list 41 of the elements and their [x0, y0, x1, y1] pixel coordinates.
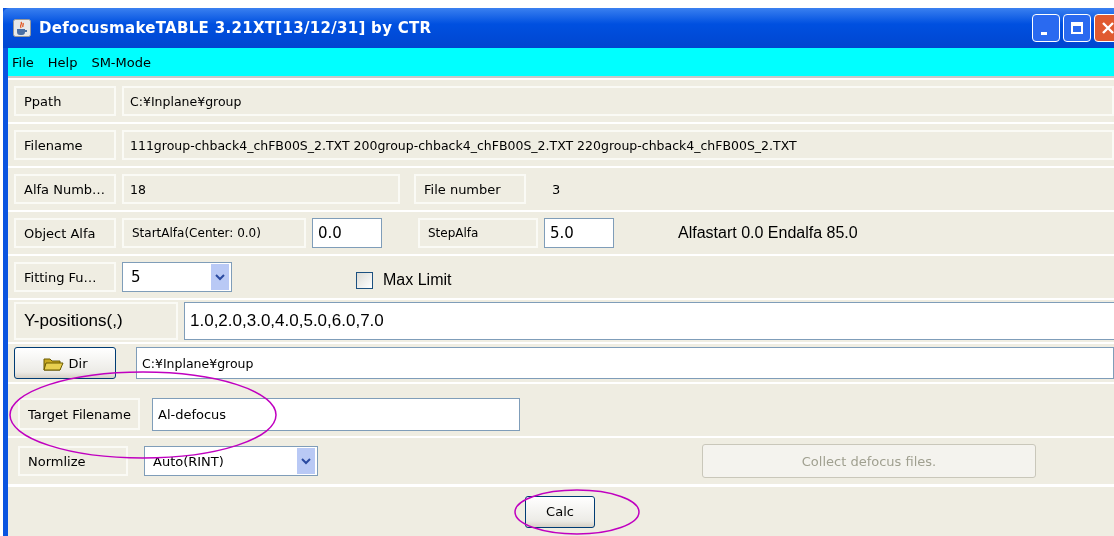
- normalize-dropdown[interactable]: Auto(RINT): [144, 446, 318, 476]
- field-label: Target Filename: [18, 398, 140, 430]
- checkbox[interactable]: [356, 271, 373, 289]
- app-icon: [13, 19, 31, 37]
- alfa-number-value: 18: [122, 174, 400, 204]
- minimize-icon: [1041, 31, 1047, 35]
- window-title: DefocusmakeTABLE 3.21XT[13/12/31] by CTR: [39, 19, 433, 37]
- field-label: StepAlfa: [418, 218, 538, 248]
- field-label: Object Alfa: [14, 218, 116, 248]
- minimize-button[interactable]: [1032, 14, 1060, 42]
- close-icon: [1101, 21, 1114, 35]
- menu-item[interactable]: SM-Mode: [91, 54, 151, 70]
- chevron-down-icon: [297, 448, 315, 474]
- step-alfa-field[interactable]: 5.0: [544, 218, 614, 248]
- directory-field[interactable]: C:¥Inplane¥group: [136, 347, 1114, 379]
- close-button[interactable]: [1094, 14, 1114, 42]
- fitting-dropdown[interactable]: 5: [122, 262, 232, 292]
- field-label: File number: [414, 174, 526, 204]
- menu-item[interactable]: Help: [47, 54, 78, 70]
- path-value: C:¥Inplane¥group: [122, 86, 1114, 116]
- calc-button[interactable]: Calc: [525, 495, 595, 528]
- field-label: Ppath: [14, 86, 116, 116]
- start-alfa-field[interactable]: 0.0: [312, 218, 382, 248]
- file-number-value: 3: [552, 181, 561, 197]
- checkbox-label: Max Limit: [383, 271, 452, 289]
- field-label: StartAlfa(Center: 0.0): [122, 218, 306, 248]
- dir-button[interactable]: Dir: [14, 347, 116, 379]
- maximize-button[interactable]: [1063, 14, 1091, 42]
- field-label: Filename: [14, 130, 116, 160]
- maximize-icon: [1070, 21, 1084, 35]
- folder-icon: [42, 355, 65, 371]
- field-label: Alfa Numb…: [14, 174, 116, 204]
- chevron-down-icon: [211, 264, 229, 290]
- filename-value: 111group-chback4_chFB00S_2.TXT 200group-chback4_chFB00S_2.TXT 220group-chback4_chFB00S_2.TXT: [122, 130, 1114, 160]
- field-label: Y-positions(,): [14, 302, 178, 340]
- field-label: Normlize: [18, 446, 128, 476]
- field-label: Fitting Fu…: [14, 262, 116, 292]
- target-filename-field[interactable]: Al-defocus: [152, 397, 520, 431]
- alfa-range-text: Alfastart 0.0 Endalfa 85.0: [678, 224, 858, 242]
- y-positions-field[interactable]: 1.0,2.0,3.0,4.0,5.0,6.0,7.0: [184, 302, 1114, 340]
- menu-item[interactable]: File: [12, 54, 34, 70]
